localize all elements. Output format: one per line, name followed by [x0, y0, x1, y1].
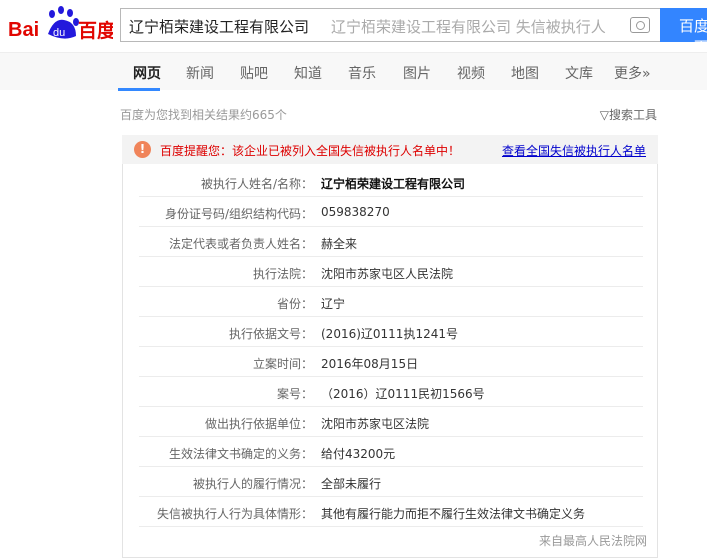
- blacklist-link[interactable]: 查看全国失信被执行人名单: [502, 142, 646, 159]
- tab-news[interactable]: 新闻: [186, 63, 214, 83]
- active-tab-indicator: [118, 88, 160, 91]
- row-value: 沈阳市苏家屯区人民法院: [321, 267, 454, 281]
- result-count: 百度为您找到相关结果约665个: [120, 108, 287, 122]
- row-label: 被执行人姓名/名称：: [200, 177, 313, 191]
- tab-map[interactable]: 地图: [511, 63, 539, 83]
- tab-images[interactable]: 图片: [403, 63, 431, 83]
- tab-music[interactable]: 音乐: [348, 63, 376, 83]
- row-value: 辽宁: [321, 297, 346, 311]
- info-row: 省份： 辽宁: [139, 287, 643, 317]
- search-tools-button[interactable]: ▽搜索工具: [600, 106, 657, 123]
- search-button[interactable]: 百度一下: [660, 8, 707, 56]
- search-query: 辽宁栢荣建设工程有限公司: [129, 18, 310, 36]
- alert-bar: ! 百度提醒您：该企业已被列入全国失信被执行人名单中！ 查看全国失信被执行人名单: [122, 135, 658, 164]
- row-label: 身份证号码/组织结构代码：: [164, 207, 313, 221]
- row-value: 辽宁栢荣建设工程有限公司: [321, 177, 466, 191]
- search-suggestion[interactable]: 辽宁栢荣建设工程有限公司 失信被执行人: [331, 16, 606, 37]
- search-input[interactable]: 辽宁栢荣建设工程有限公司 辽宁栢荣建设工程有限公司 失信被执行人: [120, 8, 660, 42]
- row-value: 沈阳市苏家屯区法院: [321, 417, 430, 431]
- tab-more[interactable]: 更多»: [614, 63, 651, 83]
- row-label: 生效法律文书确定的义务：: [168, 447, 313, 461]
- info-card: 来自最高人民法院网 被执行人姓名/名称： 辽宁栢荣建设工程有限公司身份证号码/组织…: [122, 164, 658, 558]
- nav-tabs: 网页 新闻 贴吧 知道 音乐 图片 视频 地图 文库 更多»: [0, 52, 707, 91]
- row-value: （2016）辽0111民初1566号: [321, 387, 485, 401]
- row-value: 其他有履行能力而拒不履行生效法律文书确定义务: [321, 507, 586, 521]
- row-label: 法定代表或者负责人姓名：: [168, 237, 313, 251]
- info-row: 被执行人姓名/名称： 辽宁栢荣建设工程有限公司: [139, 167, 643, 197]
- row-label: 执行依据文号：: [228, 327, 313, 341]
- row-value: (2016)辽0111执1241号: [321, 327, 458, 341]
- row-label: 做出执行依据单位：: [204, 417, 313, 431]
- row-value: 全部未履行: [321, 477, 382, 491]
- info-row: 被执行人的履行情况： 全部未履行: [139, 467, 643, 497]
- tab-wenku[interactable]: 文库: [565, 63, 593, 83]
- info-row: 案号： （2016）辽0111民初1566号: [139, 377, 643, 407]
- row-label: 案号：: [276, 387, 313, 401]
- tab-web[interactable]: 网页: [133, 63, 161, 83]
- source-text: 来自最高人民法院网: [538, 534, 647, 548]
- row-label: 立案时间：: [252, 357, 313, 371]
- baidu-logo[interactable]: Bai du 百度: [8, 4, 117, 44]
- row-label: 被执行人的履行情况：: [192, 477, 313, 491]
- tab-tieba[interactable]: 贴吧: [240, 63, 268, 83]
- row-label: 省份：: [276, 297, 313, 311]
- info-row: 法定代表或者负责人姓名： 赫全来: [139, 227, 643, 257]
- row-value: 给付43200元: [321, 447, 396, 461]
- svg-text:百度: 百度: [78, 19, 113, 42]
- info-row: 执行法院： 沈阳市苏家屯区人民法院: [139, 257, 643, 287]
- svg-text:Bai: Bai: [8, 19, 39, 41]
- row-value: 赫全来: [321, 237, 358, 251]
- row-label: 失信被执行人行为具体情形：: [156, 507, 313, 521]
- exclamation-icon: !: [134, 141, 151, 158]
- row-value: 2016年08月15日: [321, 357, 419, 371]
- tab-video[interactable]: 视频: [457, 63, 485, 83]
- svg-text:du: du: [53, 27, 65, 39]
- info-row: 立案时间： 2016年08月15日: [139, 347, 643, 377]
- row-label: 执行法院：: [252, 267, 313, 281]
- row-value: 059838270: [321, 205, 390, 219]
- info-row: 做出执行依据单位： 沈阳市苏家屯区法院: [139, 407, 643, 437]
- camera-icon[interactable]: [630, 17, 650, 33]
- info-row: 生效法律文书确定的义务： 给付43200元: [139, 437, 643, 467]
- info-row: 失信被执行人行为具体情形： 其他有履行能力而拒不履行生效法律文书确定义务: [139, 497, 643, 527]
- tab-zhidao[interactable]: 知道: [294, 63, 322, 83]
- alert-text: 百度提醒您：该企业已被列入全国失信被执行人名单中！: [160, 144, 461, 158]
- info-row: 身份证号码/组织结构代码： 059838270: [139, 197, 643, 227]
- info-row: 执行依据文号： (2016)辽0111执1241号: [139, 317, 643, 347]
